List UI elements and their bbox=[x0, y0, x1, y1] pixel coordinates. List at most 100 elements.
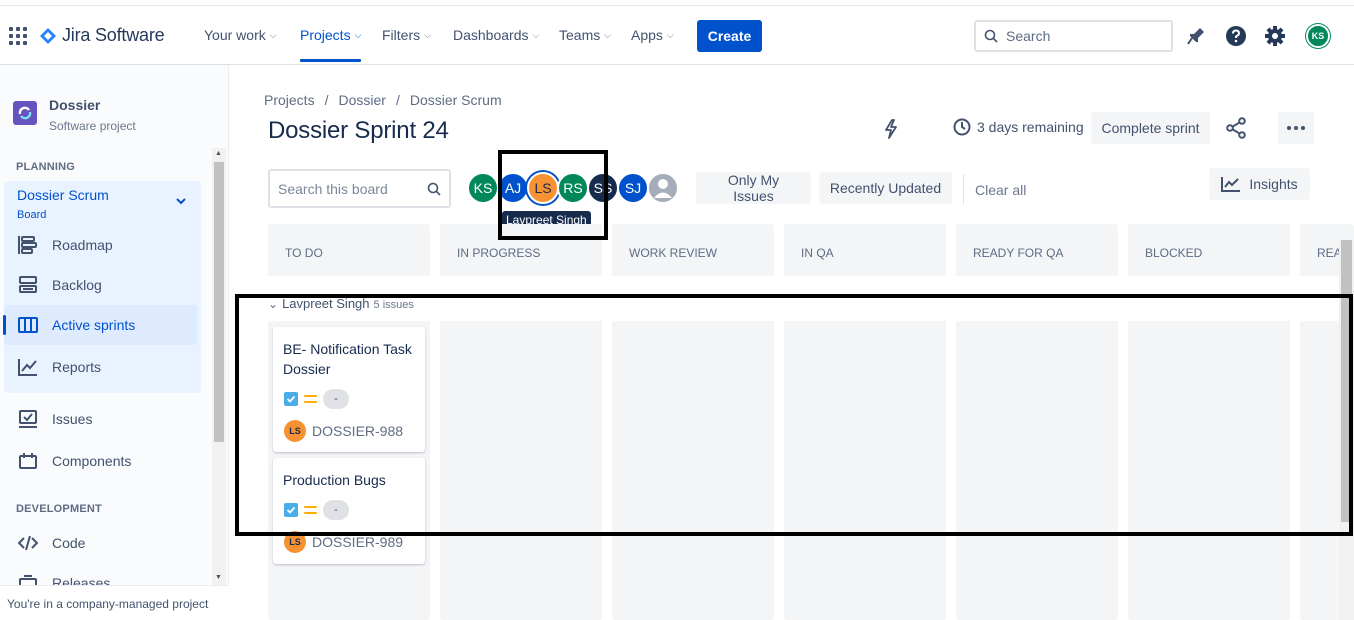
roadmap-icon bbox=[18, 236, 37, 254]
dot-icon bbox=[1294, 126, 1298, 130]
sidebar-item-label: Roadmap bbox=[52, 237, 113, 253]
sidebar-item-label: Issues bbox=[52, 411, 93, 427]
sidebar-item-code[interactable]: Code bbox=[4, 523, 197, 563]
releases-icon bbox=[19, 575, 37, 585]
avatar-filter-sj[interactable]: SJ bbox=[617, 172, 649, 204]
filter-divider bbox=[963, 174, 964, 204]
sidebar-item-backlog[interactable]: Backlog bbox=[4, 265, 197, 305]
nav-label: Teams bbox=[559, 27, 601, 43]
issue-key[interactable]: DOSSIER-989 bbox=[312, 534, 403, 550]
only-my-issues-filter[interactable]: Only My Issues bbox=[696, 172, 811, 204]
clear-all-filters[interactable]: Clear all bbox=[975, 182, 1026, 198]
project-name: Dossier bbox=[49, 97, 101, 113]
help-icon[interactable] bbox=[1225, 25, 1247, 47]
chevron-down-icon: ⌵ bbox=[532, 29, 540, 40]
nav-label: Apps bbox=[631, 27, 663, 43]
sidebar-item-reports[interactable]: Reports bbox=[4, 347, 197, 387]
complete-sprint-button[interactable]: Complete sprint bbox=[1091, 112, 1210, 144]
sidebar-item-active-sprints[interactable]: Active sprints bbox=[3, 305, 197, 345]
column-header: WORK REVIEW bbox=[629, 246, 718, 260]
chevron-down-icon: ⌵ bbox=[666, 29, 674, 40]
search-placeholder: Search bbox=[1006, 28, 1051, 44]
settings-gear-icon[interactable] bbox=[1264, 25, 1286, 47]
development-section-title: DEVELOPMENT bbox=[16, 503, 102, 515]
notifications-icon[interactable] bbox=[1185, 25, 1207, 47]
breadcrumb-projects[interactable]: Projects bbox=[264, 92, 315, 108]
chevron-down-icon: ⌵ bbox=[604, 29, 612, 40]
board-search-input[interactable]: Search this board bbox=[268, 169, 451, 208]
planning-section-title: PLANNING bbox=[16, 161, 76, 173]
board-switcher-name[interactable]: Dossier Scrum bbox=[17, 187, 109, 203]
top-navigation: Jira Software Your work ⌵ Projects ⌵ Filte… bbox=[0, 6, 1354, 65]
search-icon bbox=[984, 29, 998, 43]
nav-label: Dashboards bbox=[453, 27, 529, 43]
create-button[interactable]: Create bbox=[697, 20, 762, 52]
sidebar-item-releases[interactable]: Releases bbox=[4, 563, 197, 585]
breadcrumb: Projects / Dossier / Dossier Scrum bbox=[264, 92, 502, 108]
sidebar-item-components[interactable]: Components bbox=[4, 441, 197, 481]
board-columns-icon bbox=[18, 317, 38, 333]
breadcrumb-separator: / bbox=[395, 92, 400, 108]
chevron-down-icon: ⌵ bbox=[354, 29, 362, 40]
nav-apps[interactable]: Apps ⌵ bbox=[631, 27, 674, 43]
page-title: Dossier Sprint 24 bbox=[268, 117, 449, 144]
insights-chart-icon bbox=[1221, 177, 1241, 192]
breadcrumb-dossier-scrum[interactable]: Dossier Scrum bbox=[410, 92, 502, 108]
profile-avatar[interactable]: KS bbox=[1306, 24, 1330, 48]
app-switcher-icon[interactable] bbox=[9, 27, 27, 45]
nav-your-work[interactable]: Your work ⌵ bbox=[204, 27, 277, 43]
sidebar-item-label: Active sprints bbox=[52, 317, 136, 333]
column-header: IN QA bbox=[801, 246, 834, 260]
automation-lightning-icon[interactable] bbox=[881, 118, 901, 140]
share-icon[interactable] bbox=[1225, 117, 1247, 139]
sidebar-item-roadmap[interactable]: Roadmap bbox=[4, 225, 197, 265]
sidebar-item-label: Code bbox=[52, 535, 86, 551]
chevron-down-icon[interactable] bbox=[175, 195, 187, 207]
clock-icon bbox=[953, 118, 971, 136]
nav-dashboards[interactable]: Dashboards ⌵ bbox=[453, 27, 539, 43]
highlight-box-avatar bbox=[498, 150, 608, 240]
breadcrumb-dossier[interactable]: Dossier bbox=[338, 92, 385, 108]
nav-teams[interactable]: Teams ⌵ bbox=[559, 27, 611, 43]
board-switcher-sub: Board bbox=[17, 209, 47, 221]
column-header: REA bbox=[1317, 246, 1339, 260]
chevron-down-icon: ⌵ bbox=[269, 29, 277, 40]
sidebar-item-issues[interactable]: Issues bbox=[4, 399, 197, 439]
avatar-filter-unassigned[interactable] bbox=[647, 172, 679, 204]
scroll-thumb[interactable] bbox=[214, 162, 224, 442]
project-avatar-icon bbox=[13, 101, 37, 125]
jira-logo[interactable]: Jira Software bbox=[40, 25, 165, 46]
column-header: READY FOR QA bbox=[973, 246, 1064, 260]
insights-label: Insights bbox=[1249, 176, 1298, 192]
insights-button[interactable]: Insights bbox=[1209, 168, 1310, 200]
more-actions-button[interactable] bbox=[1278, 112, 1314, 144]
scroll-down-arrow-icon[interactable]: ▼ bbox=[215, 574, 222, 581]
components-icon bbox=[19, 453, 37, 469]
column-header: TO DO bbox=[285, 246, 323, 260]
brand-name: Jira Software bbox=[62, 25, 165, 45]
reports-chart-icon bbox=[18, 359, 37, 376]
remaining-label: 3 days remaining bbox=[977, 119, 1084, 135]
chevron-down-icon: ⌵ bbox=[424, 29, 431, 40]
code-icon bbox=[18, 535, 38, 551]
sidebar-scrollbar[interactable]: ▲ ▼ bbox=[212, 148, 226, 588]
sidebar-item-label: Releases bbox=[52, 575, 111, 585]
breadcrumb-separator: / bbox=[324, 92, 329, 108]
issues-icon bbox=[19, 410, 37, 428]
nav-label: Projects bbox=[300, 27, 351, 43]
nav-label: Filters bbox=[382, 27, 421, 43]
recently-updated-filter[interactable]: Recently Updated bbox=[819, 172, 952, 204]
sprint-time-remaining: 3 days remaining bbox=[953, 118, 1084, 136]
jira-diamond-icon bbox=[40, 27, 56, 44]
global-search-input[interactable]: Search bbox=[974, 20, 1173, 52]
sidebar-item-label: Backlog bbox=[52, 277, 102, 293]
nav-projects[interactable]: Projects ⌵ bbox=[300, 27, 362, 62]
project-sidebar: Dossier Software project PLANNING Dossie… bbox=[0, 65, 229, 620]
avatar-filter-ks[interactable]: KS bbox=[467, 172, 499, 204]
scroll-up-arrow-icon[interactable]: ▲ bbox=[215, 150, 222, 157]
nav-filters[interactable]: Filters ⌵ bbox=[382, 27, 431, 43]
company-managed-note: You're in a company-managed project bbox=[0, 585, 229, 620]
nav-label: Your work bbox=[204, 27, 266, 43]
project-header[interactable]: Dossier Software project bbox=[13, 97, 136, 133]
backlog-icon bbox=[19, 276, 37, 293]
